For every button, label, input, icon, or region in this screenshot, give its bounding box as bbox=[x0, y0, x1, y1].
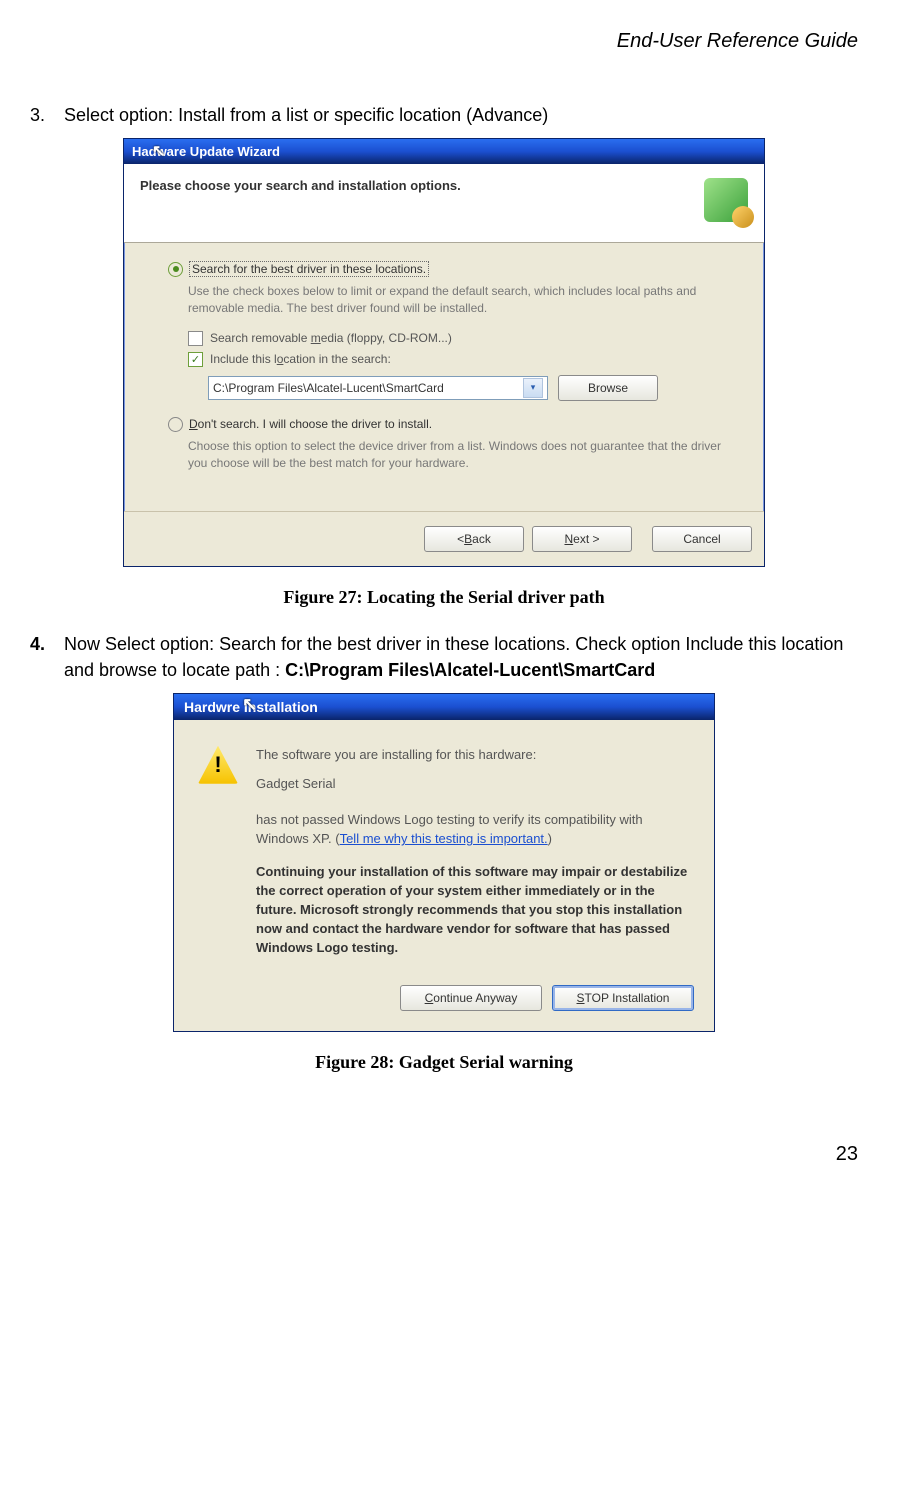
wizard-icon bbox=[704, 178, 748, 222]
back-post: ack bbox=[472, 532, 491, 546]
radio-unselected-icon bbox=[168, 417, 183, 432]
cb1-post: edia (floppy, CD-ROM...) bbox=[321, 331, 452, 345]
next-post: ext > bbox=[573, 532, 599, 546]
opt2-hint: Choose this option to select the device … bbox=[188, 438, 736, 472]
figure-27-caption: Figure 27: Locating the Serial driver pa… bbox=[30, 587, 858, 608]
subheader-text: Please choose your search and installati… bbox=[140, 178, 461, 193]
radio-label: Search for the best driver in these loca… bbox=[189, 261, 429, 277]
figure-28-caption: Figure 28: Gadget Serial warning bbox=[30, 1052, 858, 1073]
checkbox-unchecked-icon: ✓ bbox=[188, 331, 203, 346]
step-3-text: Select option: Install from a list or sp… bbox=[64, 103, 858, 128]
radio-search-best-driver[interactable]: Search for the best driver in these loca… bbox=[168, 261, 736, 277]
dialog2-titlebar[interactable]: Hardw ↖re Installation bbox=[174, 694, 714, 720]
next-u: N bbox=[564, 532, 573, 546]
dlg2-device: Gadget Serial bbox=[256, 775, 690, 794]
title2-pre: Hardw bbox=[184, 699, 227, 715]
back-button[interactable]: < Back bbox=[424, 526, 524, 552]
step-4-number: 4. bbox=[30, 632, 64, 682]
checkbox-checked-icon: ✓ bbox=[188, 352, 203, 367]
cursor-icon: ↖ bbox=[152, 141, 165, 161]
back-u: B bbox=[464, 532, 472, 546]
back-pre: < bbox=[457, 532, 464, 546]
cb1-label: Search removable media (floppy, CD-ROM..… bbox=[210, 331, 452, 345]
cb1-pre: Search removable bbox=[210, 331, 311, 345]
radio-selected-icon bbox=[168, 262, 183, 277]
next-button[interactable]: Next > bbox=[532, 526, 632, 552]
warning-icon bbox=[198, 746, 238, 784]
cb1-u: m bbox=[311, 331, 321, 345]
dialog2-message: The software you are installing for this… bbox=[256, 746, 690, 958]
checkbox-include-location[interactable]: ✓ Include this location in the search: bbox=[188, 352, 736, 367]
cont-u: C bbox=[425, 991, 434, 1005]
opt2-post: on't search. I will choose the driver to… bbox=[198, 417, 432, 431]
continue-anyway-button[interactable]: Continue Anyway bbox=[400, 985, 542, 1011]
title-text-post: dware Update Wizard bbox=[149, 144, 280, 159]
step-3-number: 3. bbox=[30, 103, 64, 128]
chevron-down-icon[interactable]: ▾ bbox=[523, 378, 543, 398]
hardware-update-wizard-dialog: Ha↖dware Update Wizard Please choose you… bbox=[123, 138, 765, 567]
opt1-hint: Use the check boxes below to limit or ex… bbox=[188, 283, 736, 317]
dialog2-button-row: Continue Anyway STOP Installation bbox=[174, 967, 714, 1031]
wizard-button-row: < Back Next > Cancel bbox=[124, 511, 764, 566]
path-combobox[interactable]: C:\Program Files\Alcatel-Lucent\SmartCar… bbox=[208, 376, 548, 400]
page-header: End-User Reference Guide bbox=[30, 30, 858, 53]
stop-u: S bbox=[577, 991, 585, 1005]
stop-installation-button[interactable]: STOP Installation bbox=[552, 985, 694, 1011]
checkbox-removable-media[interactable]: ✓ Search removable media (floppy, CD-ROM… bbox=[188, 331, 736, 346]
step-4: 4. Now Select option: Search for the bes… bbox=[30, 632, 858, 682]
page-number: 23 bbox=[30, 1143, 858, 1166]
title2-post: re Installation bbox=[227, 699, 318, 715]
cb2-label: Include this location in the search: bbox=[210, 352, 391, 366]
step-4-text: Now Select option: Search for the best d… bbox=[64, 632, 858, 682]
dialog-subheader: Please choose your search and installati… bbox=[124, 164, 764, 243]
dlg2-line1: The software you are installing for this… bbox=[256, 746, 690, 765]
browse-button[interactable]: Browse bbox=[558, 375, 658, 401]
step-3: 3. Select option: Install from a list or… bbox=[30, 103, 858, 128]
dialog-titlebar[interactable]: Ha↖dware Update Wizard bbox=[124, 139, 764, 164]
title-text-pre: Ha bbox=[132, 144, 149, 159]
hardware-installation-dialog: Hardw ↖re Installation The software you a… bbox=[173, 693, 715, 1033]
path-value: C:\Program Files\Alcatel-Lucent\SmartCar… bbox=[213, 381, 444, 395]
radio2-label: Don't search. I will choose the driver t… bbox=[189, 417, 432, 431]
radio-dont-search[interactable]: Don't search. I will choose the driver t… bbox=[168, 417, 736, 432]
step4-bold: C:\Program Files\Alcatel-Lucent\SmartCar… bbox=[285, 660, 655, 680]
stop-post: TOP Installation bbox=[585, 991, 670, 1005]
cb2-post: cation in the search: bbox=[283, 352, 390, 366]
cont-post: ontinue Anyway bbox=[433, 991, 517, 1005]
dlg2-bold-warning: Continuing your installation of this sof… bbox=[256, 863, 690, 957]
opt2-u: D bbox=[189, 417, 198, 431]
cursor-icon: ↖ bbox=[242, 694, 257, 715]
logo-testing-link[interactable]: Tell me why this testing is important. bbox=[340, 831, 548, 846]
cancel-button[interactable]: Cancel bbox=[652, 526, 752, 552]
dlg2-line2: has not passed Windows Logo testing to v… bbox=[256, 811, 690, 849]
dlg2-line2b: ) bbox=[548, 831, 552, 846]
cb2-pre: Include this l bbox=[210, 352, 277, 366]
